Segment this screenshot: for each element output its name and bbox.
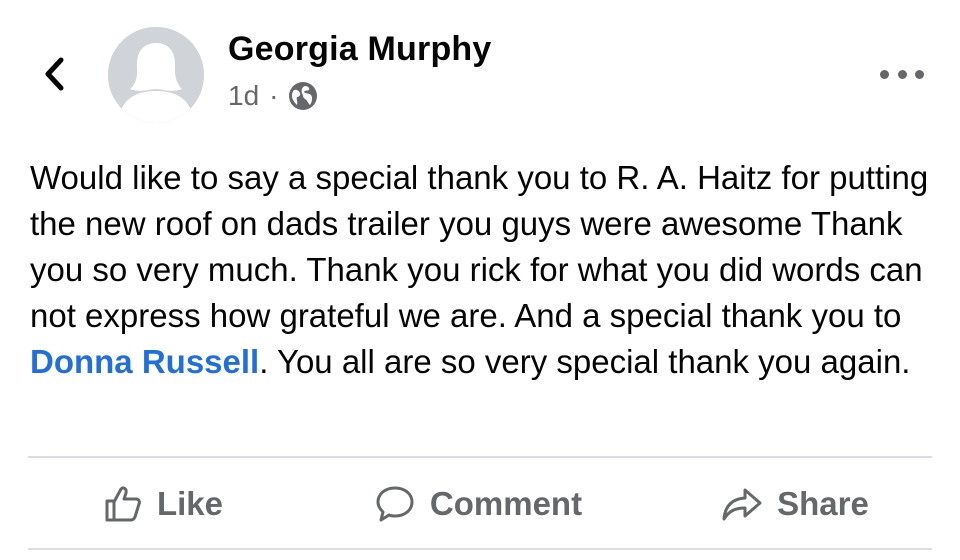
more-options-button[interactable]: [880, 60, 924, 88]
like-label: Like: [156, 485, 224, 522]
dot-icon: [880, 69, 889, 79]
like-button[interactable]: Like: [28, 460, 298, 548]
back-button[interactable]: [36, 52, 72, 96]
post-text-tail: . You all are so very special thank you …: [259, 343, 911, 380]
avatar[interactable]: [108, 27, 204, 123]
mention-link[interactable]: Donna Russell: [30, 343, 259, 380]
comment-label: Comment: [429, 485, 583, 522]
post-time[interactable]: 1d: [228, 80, 259, 112]
default-avatar-icon: [108, 27, 204, 123]
thumbs-up-icon: [105, 486, 141, 522]
post-meta: 1d ·: [228, 78, 318, 114]
divider: [28, 456, 932, 458]
dot-icon: [897, 69, 907, 79]
share-label: Share: [777, 485, 869, 522]
globe-icon: [289, 82, 318, 110]
author-name[interactable]: Georgia Murphy: [228, 30, 492, 69]
meta-separator: ·: [269, 80, 279, 111]
post-text: Would like to say a special thank you to…: [30, 155, 945, 385]
share-arrow-icon: [722, 488, 762, 521]
comment-button[interactable]: Comment: [298, 460, 658, 548]
comment-bubble-icon: [376, 486, 414, 522]
chevron-left-icon: [45, 57, 64, 91]
action-bar: Like Comment Share: [28, 460, 932, 548]
post-text-body: Would like to say a special thank you to…: [30, 159, 929, 334]
divider: [28, 548, 932, 550]
dot-icon: [915, 69, 924, 79]
share-button[interactable]: Share: [658, 460, 932, 548]
